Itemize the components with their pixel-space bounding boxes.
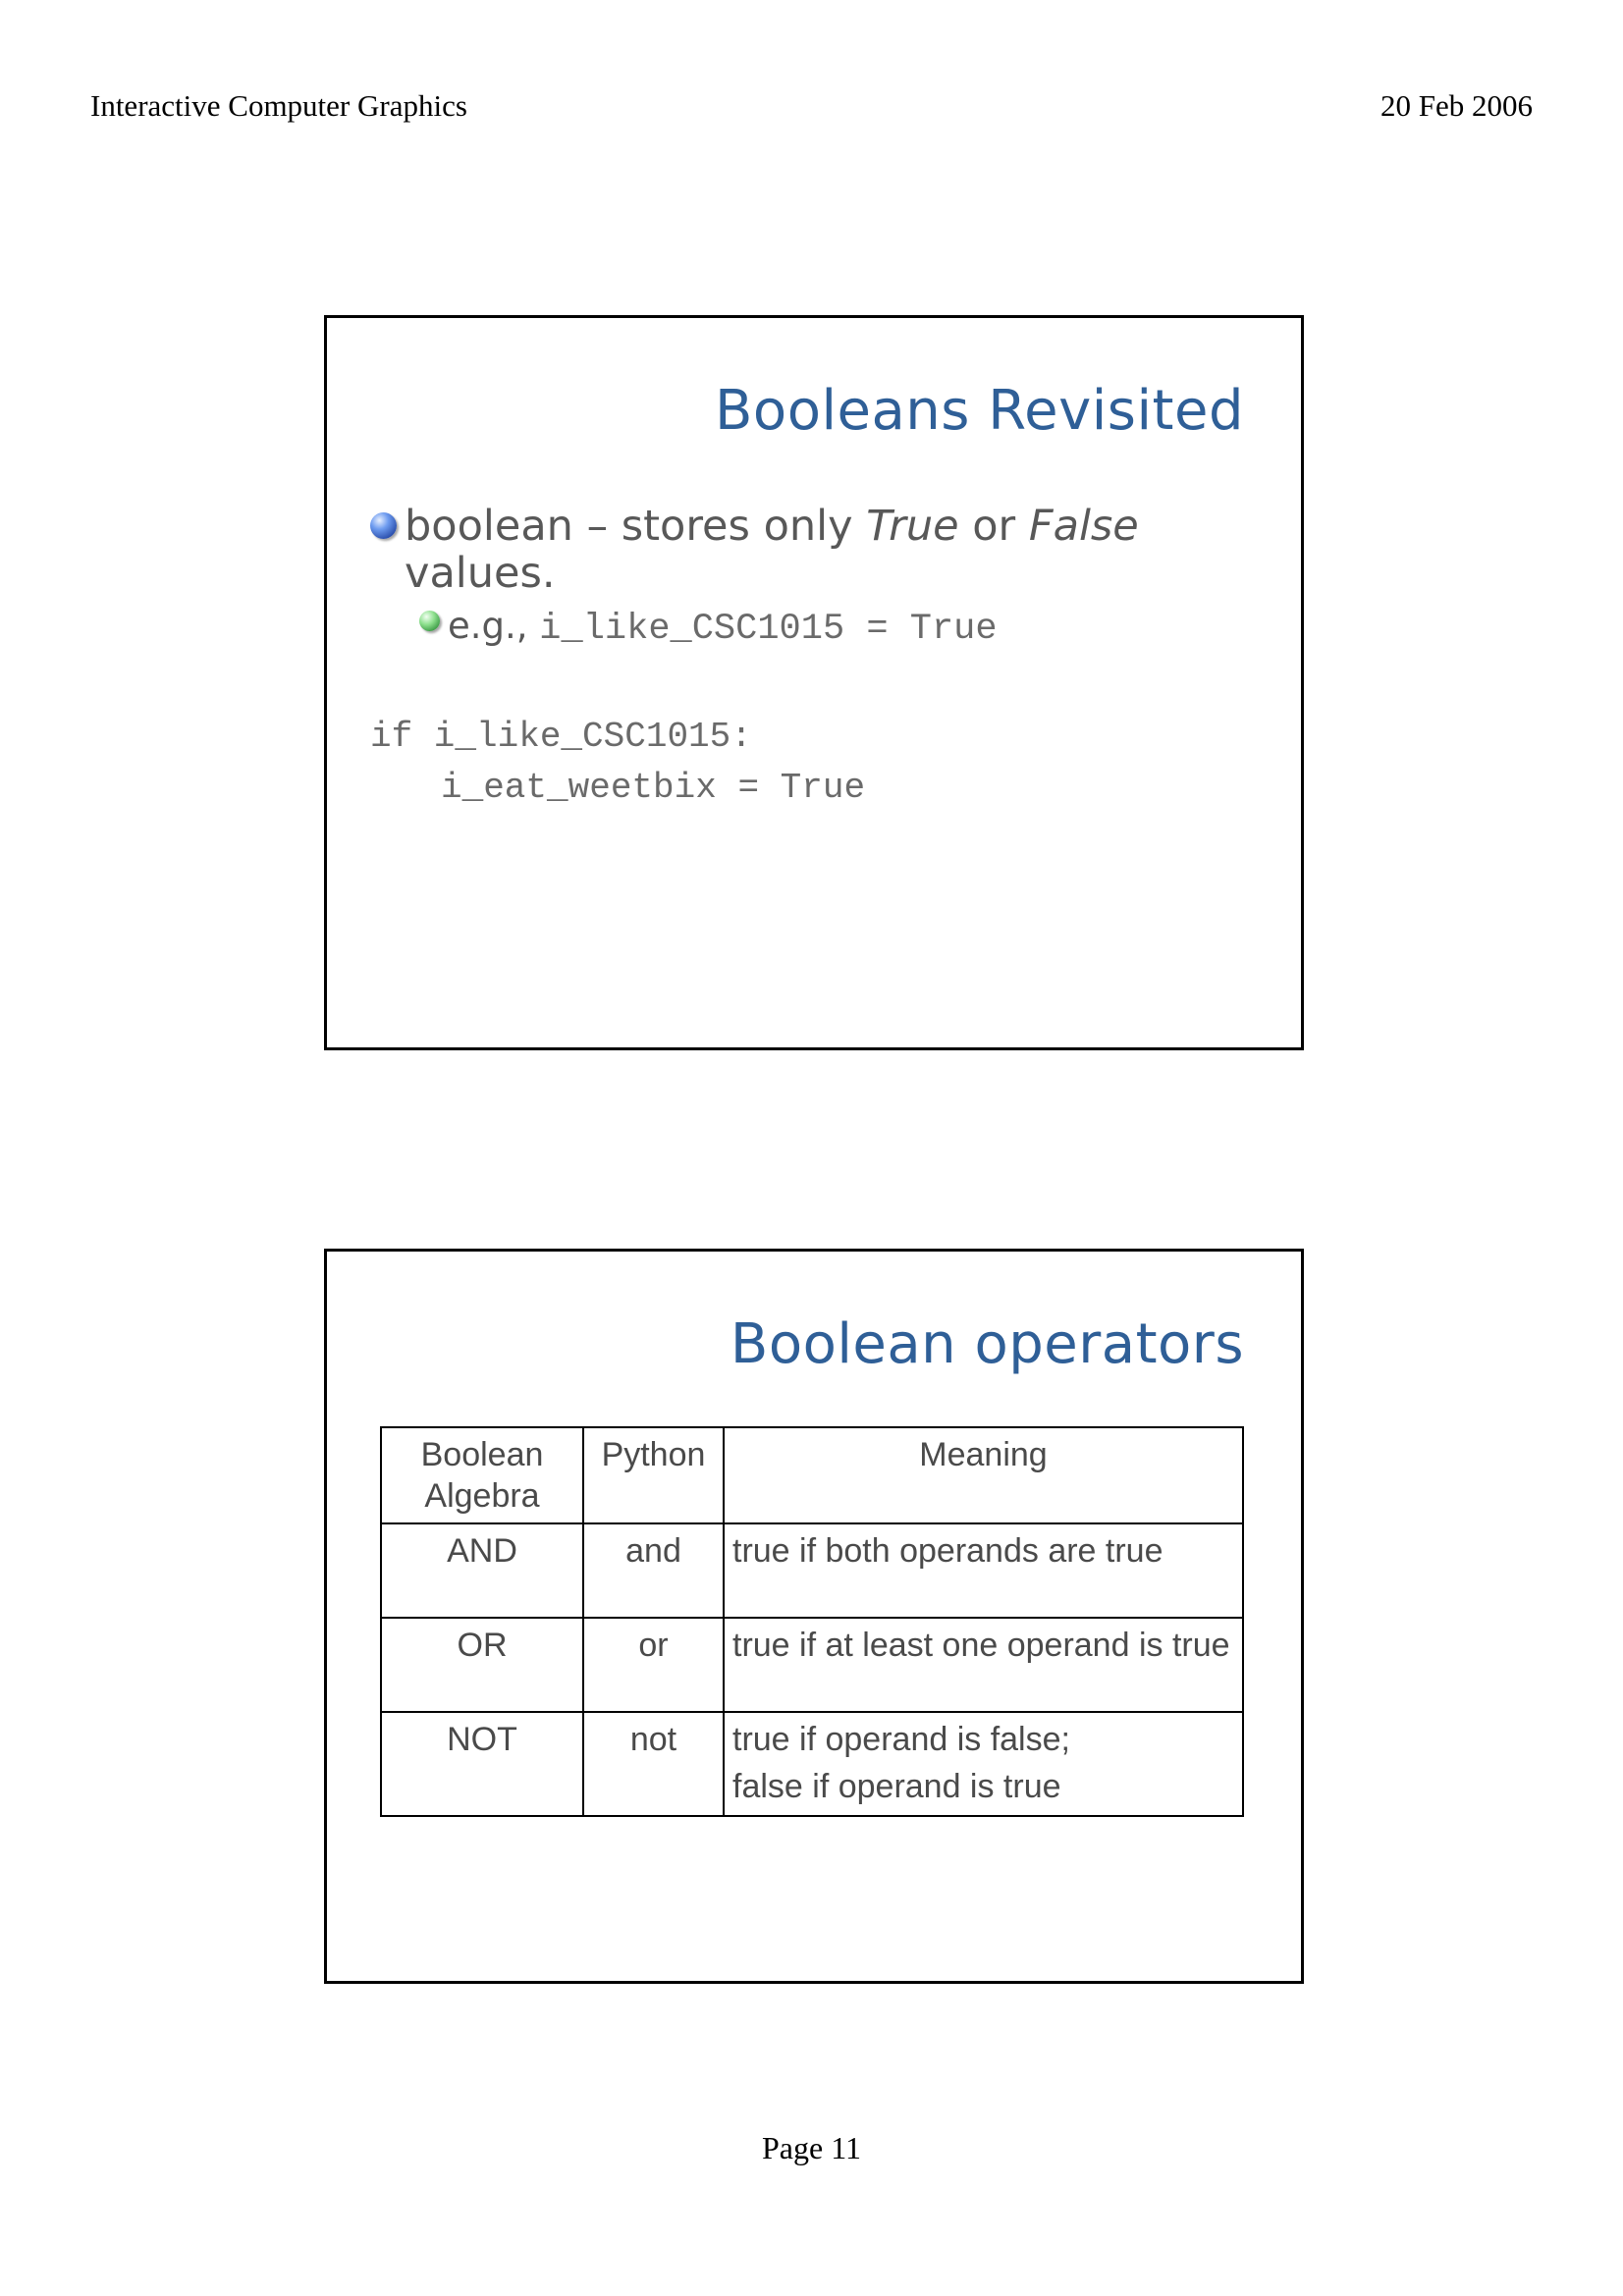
bullet-text: boolean – stores only True or False valu… [405, 502, 1139, 598]
cell-meaning: true if operand is false; false if operan… [723, 1711, 1244, 1817]
cell-python: or [582, 1617, 725, 1713]
cell-algebra: OR [380, 1617, 584, 1713]
cell-algebra: AND [380, 1522, 584, 1619]
table-row: NOT not true if operand is false; false i… [380, 1711, 1244, 1817]
sub-bullet-text: e.g., i_like_CSC1015 = True [448, 605, 998, 650]
table-row: OR or true if at least one operand is tr… [380, 1617, 1244, 1713]
bullet-example: e.g., i_like_CSC1015 = True [419, 605, 1244, 651]
slide-title: Boolean operators [730, 1312, 1244, 1376]
code-line-if: if i_like_CSC1015: [370, 717, 752, 757]
cell-algebra: NOT [380, 1711, 584, 1817]
inline-code: i_like_CSC1015 = True [539, 609, 998, 650]
cell-meaning: true if at least one operand is true [723, 1617, 1244, 1713]
slide-title: Booleans Revisited [715, 379, 1244, 443]
header-date: 20 Feb 2006 [1380, 88, 1533, 123]
page-number: Page 11 [761, 2130, 861, 2165]
header-meaning: Meaning [723, 1426, 1244, 1524]
header-python: Python [582, 1426, 725, 1524]
header-boolean-algebra: Boolean Algebra [380, 1426, 584, 1524]
cell-meaning: true if both operands are true [723, 1522, 1244, 1619]
header-course-title: Interactive Computer Graphics [90, 88, 467, 123]
operators-table: Boolean Algebra Python Meaning AND and t… [380, 1426, 1244, 1817]
code-line-assign: i_eat_weetbix = True [441, 768, 866, 808]
table-row: AND and true if both operands are true [380, 1522, 1244, 1619]
cell-python: not [582, 1711, 725, 1817]
bullet-boolean-definition: boolean – stores only True or False valu… [370, 503, 1234, 597]
table-header-row: Boolean Algebra Python Meaning [380, 1426, 1244, 1524]
slide-booleans-revisited: Booleans Revisited boolean – stores only… [324, 315, 1304, 1050]
code-block: if i_like_CSC1015: i_eat_weetbix = True [370, 712, 865, 814]
blue-bullet-icon [370, 512, 397, 539]
meaning-line-2: false if operand is true [732, 1768, 1061, 1805]
slide-boolean-operators: Boolean operators Boolean Algebra Python… [324, 1249, 1304, 1984]
green-bullet-icon [419, 611, 440, 631]
meaning-line-1: true if operand is false; [732, 1721, 1070, 1758]
cell-python: and [582, 1522, 725, 1619]
